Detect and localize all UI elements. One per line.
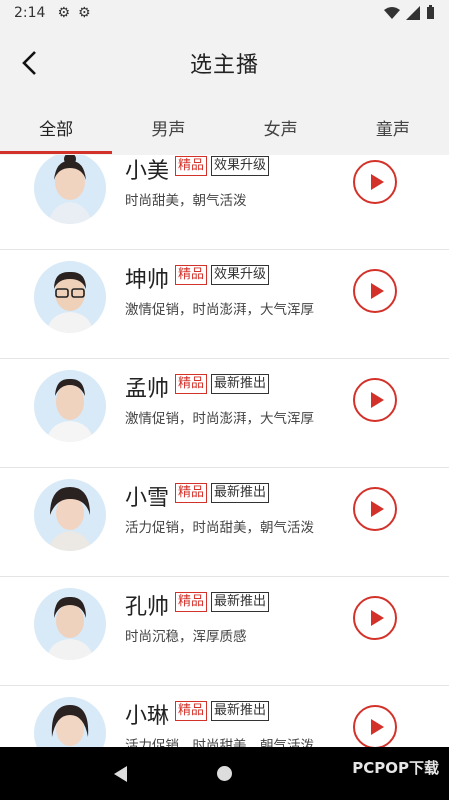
- signal-icon: [406, 5, 420, 20]
- play-button[interactable]: [353, 596, 397, 640]
- avatar: [34, 370, 106, 442]
- chevron-left-icon: [22, 51, 36, 75]
- list-item[interactable]: 小美 精品 效果升级 时尚甜美，朝气活泼: [0, 155, 449, 250]
- voice-list[interactable]: 小美 精品 效果升级 时尚甜美，朝气活泼 坤帅 精品 效果升级 激情促销，时尚澎…: [0, 155, 449, 747]
- badges: 精品 最新推出: [175, 374, 270, 394]
- header: 选主播: [0, 26, 449, 100]
- settings-icon-2: ⚙: [78, 5, 91, 21]
- voice-desc: 活力促销，时尚甜美，朝气活泼: [125, 520, 314, 536]
- tag-badge: 效果升级: [211, 265, 270, 285]
- avatar: [34, 261, 106, 333]
- voice-name: 小琳: [125, 704, 170, 729]
- settings-icon: ⚙: [57, 5, 71, 21]
- tag-badge: 最新推出: [211, 374, 270, 394]
- play-icon: [370, 610, 384, 626]
- voice-name: 坤帅: [125, 268, 170, 293]
- list-item[interactable]: 孟帅 精品 最新推出 激情促销，时尚澎湃，大气浑厚: [0, 359, 449, 468]
- tag-badge: 最新推出: [211, 483, 270, 503]
- premium-badge: 精品: [175, 156, 208, 176]
- badges: 精品 最新推出: [175, 483, 270, 503]
- badges: 精品 最新推出: [175, 701, 270, 721]
- avatar: [34, 697, 106, 747]
- list-item[interactable]: 小雪 精品 最新推出 活力促销，时尚甜美，朝气活泼: [0, 468, 449, 577]
- page-title: 选主播: [189, 53, 259, 78]
- play-button[interactable]: [353, 378, 397, 422]
- voice-name: 孔帅: [125, 595, 170, 620]
- nav-home-icon[interactable]: [216, 766, 232, 781]
- wifi-icon: [384, 6, 400, 19]
- tab-child[interactable]: 童声: [337, 100, 449, 155]
- watermark: PCPOP下载: [352, 759, 439, 777]
- premium-badge: 精品: [175, 701, 208, 721]
- battery-icon: [427, 5, 434, 19]
- voice-desc: 激情促销，时尚澎湃，大气浑厚: [125, 302, 314, 318]
- premium-badge: 精品: [175, 374, 208, 394]
- tab-male[interactable]: 男声: [112, 100, 224, 155]
- voice-name: 孟帅: [125, 377, 170, 402]
- tag-badge: 最新推出: [211, 592, 270, 612]
- play-button[interactable]: [353, 160, 397, 204]
- list-item[interactable]: 坤帅 精品 效果升级 激情促销，时尚澎湃，大气浑厚: [0, 250, 449, 359]
- premium-badge: 精品: [175, 483, 208, 503]
- avatar: [34, 155, 106, 224]
- play-icon: [370, 283, 384, 299]
- badges: 精品 效果升级: [175, 156, 270, 176]
- premium-badge: 精品: [175, 265, 208, 285]
- avatar: [34, 479, 106, 551]
- avatar: [34, 588, 106, 660]
- voice-desc: 时尚沉稳，浑厚质感: [125, 629, 247, 645]
- voice-name: 小雪: [125, 486, 170, 511]
- status-bar: 2:14 ⚙ ⚙: [0, 0, 449, 26]
- badges: 精品 最新推出: [175, 592, 270, 612]
- premium-badge: 精品: [175, 592, 208, 612]
- status-icons: [384, 5, 435, 20]
- back-button[interactable]: [14, 46, 44, 80]
- play-icon: [370, 174, 384, 190]
- tab-bar: 全部 男声 女声 童声: [0, 100, 449, 155]
- nav-back-icon[interactable]: [113, 765, 127, 782]
- tag-badge: 效果升级: [211, 156, 270, 176]
- list-item[interactable]: 小琳 精品 最新推出 活力促销，时尚甜美，朝气活泼: [0, 686, 449, 747]
- list-item[interactable]: 孔帅 精品 最新推出 时尚沉稳，浑厚质感: [0, 577, 449, 686]
- badges: 精品 效果升级: [175, 265, 270, 285]
- play-button[interactable]: [353, 487, 397, 531]
- voice-desc: 活力促销，时尚甜美，朝气活泼: [125, 738, 314, 747]
- tag-badge: 最新推出: [211, 701, 270, 721]
- play-icon: [370, 501, 384, 517]
- tab-all[interactable]: 全部: [0, 100, 113, 155]
- voice-desc: 时尚甜美，朝气活泼: [125, 193, 247, 209]
- play-icon: [370, 719, 384, 735]
- play-button[interactable]: [353, 269, 397, 313]
- status-time: 2:14: [14, 5, 46, 21]
- tab-female[interactable]: 女声: [225, 100, 337, 155]
- voice-name: 小美: [125, 159, 170, 184]
- play-icon: [370, 392, 384, 408]
- voice-desc: 激情促销，时尚澎湃，大气浑厚: [125, 411, 314, 427]
- play-button[interactable]: [353, 705, 397, 747]
